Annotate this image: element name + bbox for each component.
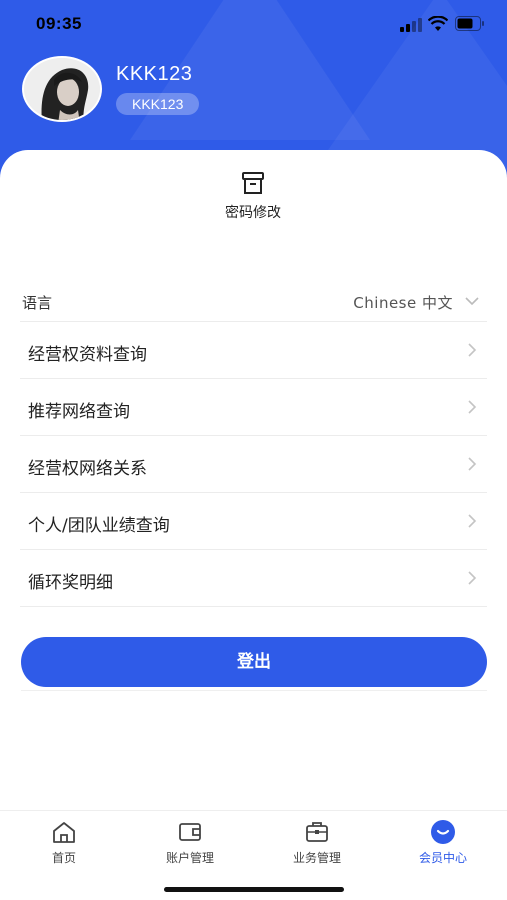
password-change-label: 密码修改 — [225, 205, 281, 221]
menu-item-label: 经营权资料查询 — [28, 345, 147, 365]
logout-button[interactable]: 登出 — [21, 637, 487, 687]
language-value: Chinese 中文 — [353, 294, 453, 312]
language-label: 语言 — [22, 294, 53, 312]
status-time: 09:35 — [36, 14, 82, 33]
menu-item-label: 经营权网络关系 — [28, 459, 147, 479]
menu-item-label: 推荐网络查询 — [28, 402, 130, 422]
menu-item-label: 循环奖明细 — [28, 573, 113, 593]
menu-item-franchise-info[interactable]: 经营权资料查询 — [20, 322, 487, 379]
home-icon — [53, 822, 75, 843]
battery-icon — [455, 16, 484, 31]
tab-account-management[interactable]: 账户管理 — [140, 819, 240, 866]
tab-label: 首页 — [51, 851, 76, 865]
menu-item-referral-network[interactable]: 推荐网络查询 — [20, 379, 487, 436]
tab-business-management[interactable]: 业务管理 — [267, 819, 367, 866]
archive-box-icon — [242, 172, 264, 194]
tab-label: 业务管理 — [292, 851, 341, 865]
tab-label: 账户管理 — [165, 851, 214, 865]
avatar[interactable] — [22, 56, 102, 122]
wallet-icon — [179, 823, 201, 841]
home-indicator — [164, 887, 344, 892]
tab-label: 会员中心 — [418, 851, 467, 865]
user-id-badge: KKK123 — [116, 93, 200, 115]
signal-icon — [400, 18, 422, 32]
briefcase-icon — [306, 822, 328, 842]
chevron-right-icon — [468, 571, 477, 585]
chevron-right-icon — [468, 514, 477, 528]
bottom-tab-bar: 首页 账户管理 业务管理 会员中心 — [0, 810, 507, 900]
menu-item-franchise-network[interactable]: 经营权网络关系 — [20, 436, 487, 493]
chevron-right-icon — [468, 400, 477, 414]
status-bar: 09:35 — [0, 0, 507, 48]
tab-member-center[interactable]: 会员中心 — [393, 819, 493, 866]
member-menu-list: 经营权资料查询 推荐网络查询 经营权网络关系 个人/团队业绩查询 循环奖明细 — [20, 322, 487, 607]
language-selector[interactable]: 语言 Chinese 中文 — [20, 284, 487, 322]
chevron-right-icon — [468, 457, 477, 471]
member-center-card: 密码修改 语言 Chinese 中文 经营权资料查询 推荐网络查询 经营权网络关… — [0, 150, 507, 810]
divider — [21, 690, 487, 691]
menu-item-performance[interactable]: 个人/团队业绩查询 — [20, 493, 487, 550]
password-change-button[interactable]: 密码修改 — [203, 170, 303, 222]
chevron-right-icon — [468, 343, 477, 357]
menu-item-cycle-bonus[interactable]: 循环奖明细 — [20, 550, 487, 607]
menu-item-label: 个人/团队业绩查询 — [28, 516, 170, 536]
member-icon — [431, 820, 455, 844]
chevron-down-icon — [465, 297, 479, 306]
username: KKK123 — [116, 63, 193, 85]
wifi-icon — [428, 16, 448, 31]
tab-home[interactable]: 首页 — [14, 819, 114, 866]
avatar-portrait — [24, 58, 100, 120]
